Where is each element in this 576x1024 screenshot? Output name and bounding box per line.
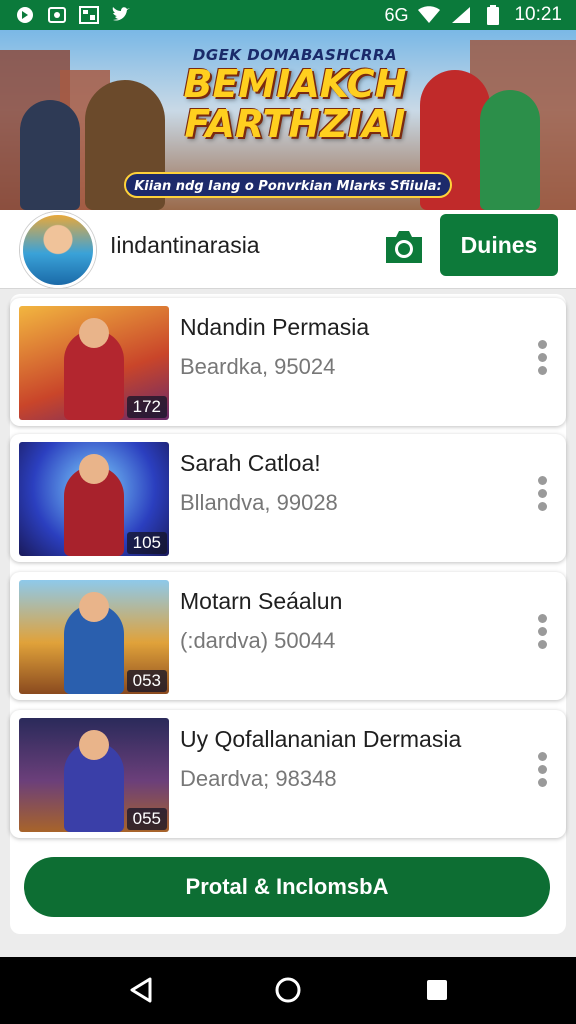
status-time: 10:21 [514, 4, 562, 25]
list-item[interactable]: 172 Ndandin Permasia Beardka, 95024 [10, 298, 566, 426]
more-options-icon[interactable] [536, 340, 548, 376]
card-thumbnail: 053 [19, 580, 169, 694]
more-options-icon[interactable] [536, 752, 548, 788]
navigation-bar [0, 957, 576, 1024]
more-options-icon[interactable] [536, 476, 548, 512]
card-count: 105 [126, 532, 167, 554]
avatar[interactable] [20, 212, 96, 288]
card-thumbnail: 055 [19, 718, 169, 832]
card-subtitle: Deardva; 98348 [180, 766, 337, 791]
camera-icon[interactable] [382, 227, 426, 267]
home-icon[interactable] [273, 975, 303, 1005]
list-item[interactable]: 105 Sarah Catloa! Bllandva, 99028 [10, 434, 566, 562]
card-count: 172 [126, 396, 167, 418]
list-item[interactable]: 055 Uy Qofallananian Dermasia Deardva; 9… [10, 710, 566, 838]
card-subtitle: Beardka, 95024 [180, 354, 336, 379]
download-icon [46, 5, 68, 25]
network-label: 6G [384, 4, 409, 25]
wifi-icon [418, 5, 441, 25]
card-title: Ndandin Permasia [180, 314, 370, 340]
battery-icon [482, 5, 504, 25]
card-title: Sarah Catloa! [180, 450, 321, 476]
card-thumbnail: 172 [19, 306, 169, 420]
twitter-icon [110, 5, 132, 25]
card-title: Motarn Seáalun [180, 588, 343, 614]
back-icon[interactable] [126, 975, 156, 1005]
signal-icon [450, 5, 472, 25]
banner-title-block: DGEK DOMABASHCRRA BEMIAKCH FARTHZIAI [165, 46, 425, 144]
primary-action-button[interactable]: Protal & InclomsbA [24, 857, 550, 917]
profile-name: Iindantinarasia [110, 232, 260, 258]
banner-title-line1: BEMIAKCH [183, 62, 407, 106]
banner-title-line2: FARTHZIAI [184, 102, 406, 146]
card-title: Uy Qofallananian Dermasia [180, 726, 462, 752]
qr-icon [78, 5, 100, 25]
follow-button[interactable]: Duines [440, 214, 558, 276]
card-subtitle: Bllandva, 99028 [180, 490, 338, 515]
status-bar: 6G 10:21 [0, 0, 576, 30]
app-notification-icon [14, 5, 36, 25]
character-right-2 [480, 90, 540, 210]
recent-apps-icon[interactable] [422, 975, 452, 1005]
more-options-icon[interactable] [536, 614, 548, 650]
banner-subtitle: Kiian ndg Iang o Ponvrkian Mlarks Sfiiul… [124, 172, 452, 198]
card-thumbnail: 105 [19, 442, 169, 556]
character-left-1 [20, 100, 80, 210]
card-count: 053 [126, 670, 167, 692]
card-count: 055 [126, 808, 167, 830]
card-subtitle: (:dardva) 50044 [180, 628, 336, 653]
list-item[interactable]: 053 Motarn Seáalun (:dardva) 50044 [10, 572, 566, 700]
